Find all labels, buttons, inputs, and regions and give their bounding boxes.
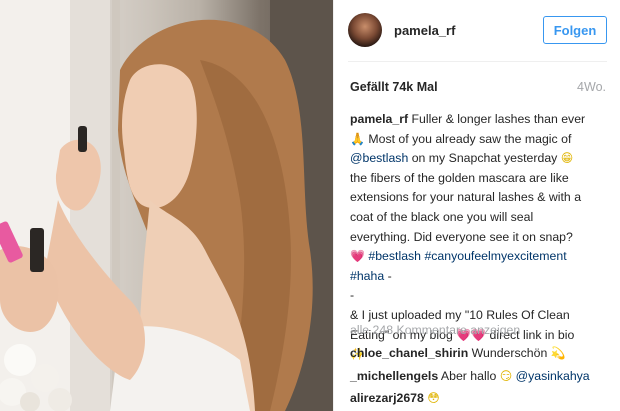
grin-emoji: 😁 xyxy=(560,151,574,166)
mention-link[interactable]: @bestlash xyxy=(350,151,408,165)
follow-button[interactable]: Folgen xyxy=(543,16,607,44)
caption-username[interactable]: pamela_rf xyxy=(350,112,408,126)
caption-line: pamela_rf Fuller & longer lashes than ev… xyxy=(350,110,606,130)
comment-text: Aber hallo xyxy=(438,369,500,383)
praying-hands-emoji: 🙏 xyxy=(350,131,365,146)
caption-text: - xyxy=(384,268,392,283)
caption-line: 💗 #bestlash #canyoufeelmyexcitement xyxy=(350,247,606,267)
hashtag-link[interactable]: #bestlash xyxy=(368,249,421,263)
comment: alirezarj2678 😳 xyxy=(350,391,610,405)
comment-username[interactable]: alirezarj2678 xyxy=(350,391,424,405)
post-photo[interactable] xyxy=(0,0,333,411)
dizzy-emoji: 💫 xyxy=(550,346,566,360)
hashtag-link[interactable]: #canyoufeelmyexcitement xyxy=(424,249,566,263)
caption-line: coat of the black one you will seal xyxy=(350,209,534,224)
mascara-wand xyxy=(78,126,87,152)
instagram-post: pamela_rf Folgen Gefällt 74k Mal 4Wo. pa… xyxy=(0,0,620,411)
caption-line: @bestlash on my Snapchat yesterday 😁 xyxy=(350,149,606,169)
view-all-comments-link[interactable]: alle 248 Kommentare anzeigen xyxy=(350,323,520,337)
hashtag-link[interactable]: #haha xyxy=(350,269,384,283)
heart-emoji: 💗 xyxy=(350,249,365,264)
username[interactable]: pamela_rf xyxy=(394,23,543,38)
caption-line: the fibers of the golden mascara are lik… xyxy=(350,170,569,185)
caption-text: on my Snapchat yesterday xyxy=(408,151,561,166)
likes-row: Gefällt 74k Mal 4Wo. xyxy=(350,80,606,94)
caption-line: everything. Did everyone see it on snap? xyxy=(350,229,573,244)
comment: _michellengels Aber hallo 😏 @yasinkahya xyxy=(350,369,610,383)
caption-line: #haha - xyxy=(350,267,606,287)
flushed-emoji: 😳 xyxy=(427,391,440,405)
caption-text: Most of you already saw the magic of xyxy=(364,131,572,146)
likes-count[interactable]: Gefällt 74k Mal xyxy=(350,80,438,94)
photo-illustration xyxy=(0,0,333,411)
comment-text: Wunderschön xyxy=(468,346,551,360)
post-age[interactable]: 4Wo. xyxy=(577,80,606,94)
caption-line: - xyxy=(350,288,355,303)
avatar[interactable] xyxy=(348,13,382,47)
smirk-emoji: 😏 xyxy=(499,369,513,383)
comment-username[interactable]: _michellengels xyxy=(350,369,438,383)
post-sidebar: pamela_rf Folgen Gefällt 74k Mal 4Wo. pa… xyxy=(333,0,620,411)
comment: chloe_chanel_shirin Wunderschön 💫 xyxy=(350,346,610,360)
mention-link[interactable]: @yasinkahya xyxy=(516,369,590,383)
comment-username[interactable]: chloe_chanel_shirin xyxy=(350,346,468,360)
post-header: pamela_rf Folgen xyxy=(334,0,620,60)
caption-line: 🙏 Most of you already saw the magic of xyxy=(350,130,606,150)
caption-text: Fuller & longer lashes than ever xyxy=(408,112,586,126)
header-divider xyxy=(348,61,607,62)
caption-line: extensions for your natural lashes & wit… xyxy=(350,190,582,205)
mascara-black xyxy=(30,228,44,272)
